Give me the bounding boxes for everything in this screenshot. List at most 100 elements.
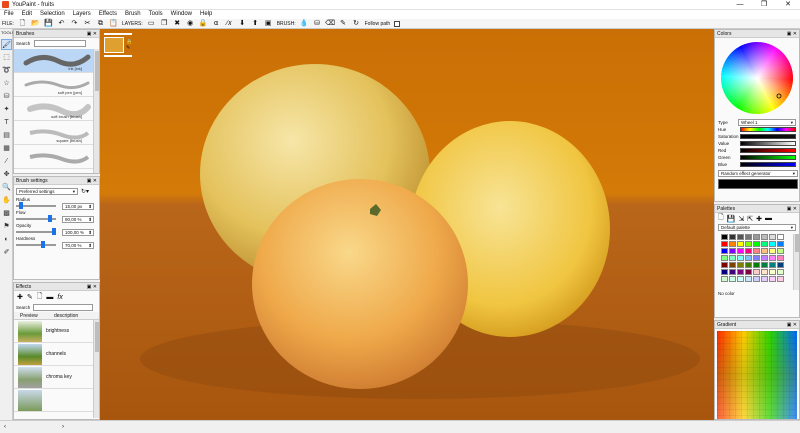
palette-swatch[interactable] [737, 248, 744, 254]
palette-swatch[interactable] [753, 234, 760, 240]
palette-swatch[interactable] [753, 262, 760, 268]
refresh-icon[interactable]: ↻ [352, 19, 361, 28]
panel-controls-icon[interactable]: ▣ ✕ [87, 283, 97, 291]
panel-controls-icon[interactable]: ▣ ✕ [787, 205, 797, 213]
flow-slider-knob[interactable] [48, 215, 53, 222]
palette-swatch[interactable] [745, 269, 752, 275]
palette-swatch[interactable] [737, 269, 744, 275]
palette-swatch[interactable] [737, 241, 744, 247]
layer-thumbnail[interactable]: 🔒 ✎ [104, 33, 134, 61]
fill-bucket-icon[interactable]: ⛁ [313, 19, 322, 28]
color-wheel[interactable] [719, 40, 795, 116]
fx-icon[interactable]: fx [57, 294, 62, 301]
brush-item-square[interactable]: square [brush] [14, 121, 94, 145]
palette-swatch[interactable] [761, 241, 768, 247]
visibility-eye-icon[interactable]: ◉ [186, 19, 195, 28]
palette-swatch[interactable] [737, 255, 744, 261]
minimize-button[interactable]: — [728, 0, 752, 10]
radius-slider[interactable] [16, 202, 56, 209]
effect-item-brightness[interactable]: brightness [14, 320, 99, 343]
palette-swatch[interactable] [777, 276, 784, 282]
menu-tools[interactable]: Tools [145, 10, 167, 19]
effect-item-chroma-key[interactable]: chroma key [14, 366, 99, 389]
palette-swatch[interactable] [777, 248, 784, 254]
menu-help[interactable]: Help [196, 10, 216, 19]
palette-swatch[interactable] [721, 269, 728, 275]
palette-swatch[interactable] [729, 255, 736, 261]
palette-scrollbar[interactable] [793, 234, 799, 290]
copy-icon[interactable]: ⧉ [96, 19, 105, 28]
gradient-color-field[interactable] [717, 331, 797, 419]
palette-swatch[interactable] [745, 248, 752, 254]
effect-item-channels[interactable]: channels [14, 343, 99, 366]
palette-swatch[interactable] [769, 241, 776, 247]
palette-swatch[interactable] [761, 248, 768, 254]
radius-slider-knob[interactable] [18, 202, 23, 209]
effects-col-description[interactable]: description [44, 313, 78, 319]
move-tool-icon[interactable]: ✥ [1, 169, 12, 180]
add-color-icon[interactable]: ✚ [756, 215, 762, 223]
palette-swatch[interactable] [721, 241, 728, 247]
save-palette-icon[interactable]: 💾 [727, 215, 736, 223]
brushes-search-input[interactable] [34, 40, 87, 47]
palette-swatch[interactable] [745, 241, 752, 247]
menu-window[interactable]: Window [167, 10, 196, 19]
brush-item-soft-pen[interactable]: soft pen [pen] [14, 73, 94, 97]
effects-col-preview[interactable]: Preview [14, 313, 44, 319]
color-type-select[interactable]: Wheel 1 ▾ [738, 118, 796, 126]
panel-controls-icon[interactable]: ▣ ✕ [787, 30, 797, 38]
palette-swatch[interactable] [761, 276, 768, 282]
palette-swatch[interactable] [761, 269, 768, 275]
palette-swatch[interactable] [753, 248, 760, 254]
panel-controls-icon[interactable]: ▣ ✕ [87, 177, 97, 185]
random-effect-generator-select[interactable]: Random effect generator ▾ [718, 170, 798, 177]
hardness-field[interactable]: 70,00 % ⬍ [62, 241, 94, 249]
export-palette-icon[interactable]: ⇱ [747, 215, 753, 223]
palette-swatch[interactable] [769, 269, 776, 275]
hardness-slider-knob[interactable] [41, 241, 46, 248]
current-color-swatch[interactable] [718, 179, 798, 189]
import-palette-icon[interactable]: ⇲ [738, 215, 744, 223]
palette-swatch[interactable] [777, 234, 784, 240]
palette-swatch[interactable] [721, 255, 728, 261]
gradient-tool-icon[interactable]: ▤ [1, 130, 12, 141]
palette-swatch[interactable] [721, 276, 728, 282]
flag-icon[interactable]: ⚑ [1, 221, 12, 232]
text-tool-icon[interactable]: T [1, 117, 12, 128]
effects-scrollbar[interactable] [93, 320, 99, 418]
palette-swatch[interactable] [737, 276, 744, 282]
brush-item-ink[interactable]: ink [ink] [14, 49, 94, 73]
clone-icon[interactable]: ▩ [1, 208, 12, 219]
panel-controls-icon[interactable]: ▣ ✕ [87, 30, 97, 38]
add-effect-icon[interactable]: ✚ [17, 293, 23, 301]
palette-swatch[interactable] [721, 234, 728, 240]
panel-controls-icon[interactable]: ▣ ✕ [787, 321, 797, 329]
value-slider[interactable] [740, 141, 796, 146]
palette-swatch[interactable] [729, 234, 736, 240]
palette-swatch[interactable] [729, 276, 736, 282]
eyedropper-icon[interactable]: ⁄ [1, 156, 12, 167]
flow-field[interactable]: 90,00 % ⬍ [62, 215, 94, 223]
palette-swatch[interactable] [729, 241, 736, 247]
menu-file[interactable]: File [0, 10, 18, 19]
menu-selection[interactable]: Selection [36, 10, 69, 19]
palette-swatch[interactable] [769, 255, 776, 261]
paste-icon[interactable]: 📋 [109, 19, 118, 28]
palette-swatch[interactable] [729, 248, 736, 254]
new-palette-icon[interactable]: 🗋 [718, 213, 724, 224]
move-down-icon[interactable]: ⬇ [238, 19, 247, 28]
blue-slider[interactable] [740, 162, 796, 167]
palette-swatch[interactable] [729, 269, 736, 275]
palette-select[interactable]: Default palette ▾ [718, 224, 796, 231]
hand-tool-icon[interactable]: ✋ [1, 195, 12, 206]
close-button[interactable]: ✕ [776, 0, 800, 10]
canvas-artwork[interactable] [100, 29, 714, 420]
deform-icon[interactable]: ✐ [1, 247, 12, 258]
delete-layer-icon[interactable]: ✖ [173, 19, 182, 28]
red-slider[interactable] [740, 148, 796, 153]
palette-swatch[interactable] [721, 248, 728, 254]
undo-icon[interactable]: ↶ [57, 19, 66, 28]
save-icon[interactable]: 💾 [44, 19, 53, 28]
remove-effect-icon[interactable]: ▬ [46, 294, 53, 301]
merge-layer-icon[interactable]: ▣ [264, 19, 273, 28]
